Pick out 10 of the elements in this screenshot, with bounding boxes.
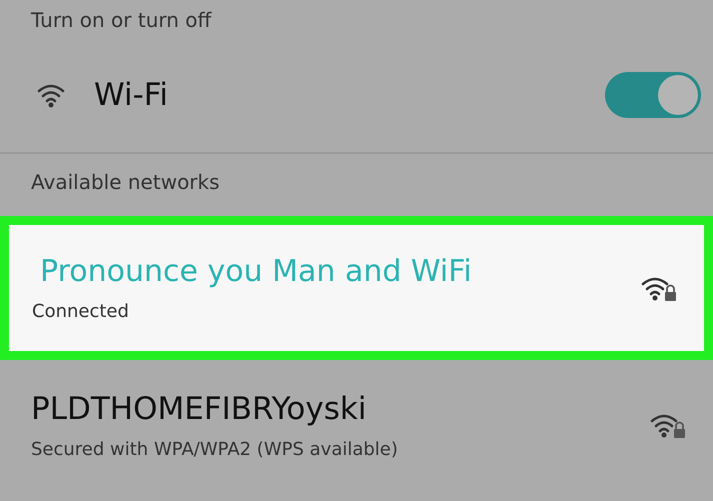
network-status: Connected bbox=[32, 301, 130, 322]
network-status: Secured with WPA/WPA2 (WPS available) bbox=[31, 438, 399, 460]
highlighted-network-row[interactable]: Pronounce you Man and WiFi Connected bbox=[0, 216, 713, 360]
wifi-label: Wi-Fi bbox=[94, 76, 169, 112]
network-name: PLDTHOMEFIBRYoyski bbox=[31, 390, 368, 426]
network-row[interactable]: PLDTHOMEFIBRYoyski Secured with WPA/WPA2 (WPS available) bbox=[0, 360, 713, 490]
wifi-toggle[interactable] bbox=[605, 72, 701, 118]
section-header: Available networks bbox=[30, 169, 221, 196]
section-header: Turn on or turn off bbox=[30, 7, 213, 34]
network-name: Pronounce you Man and WiFi bbox=[40, 254, 473, 289]
